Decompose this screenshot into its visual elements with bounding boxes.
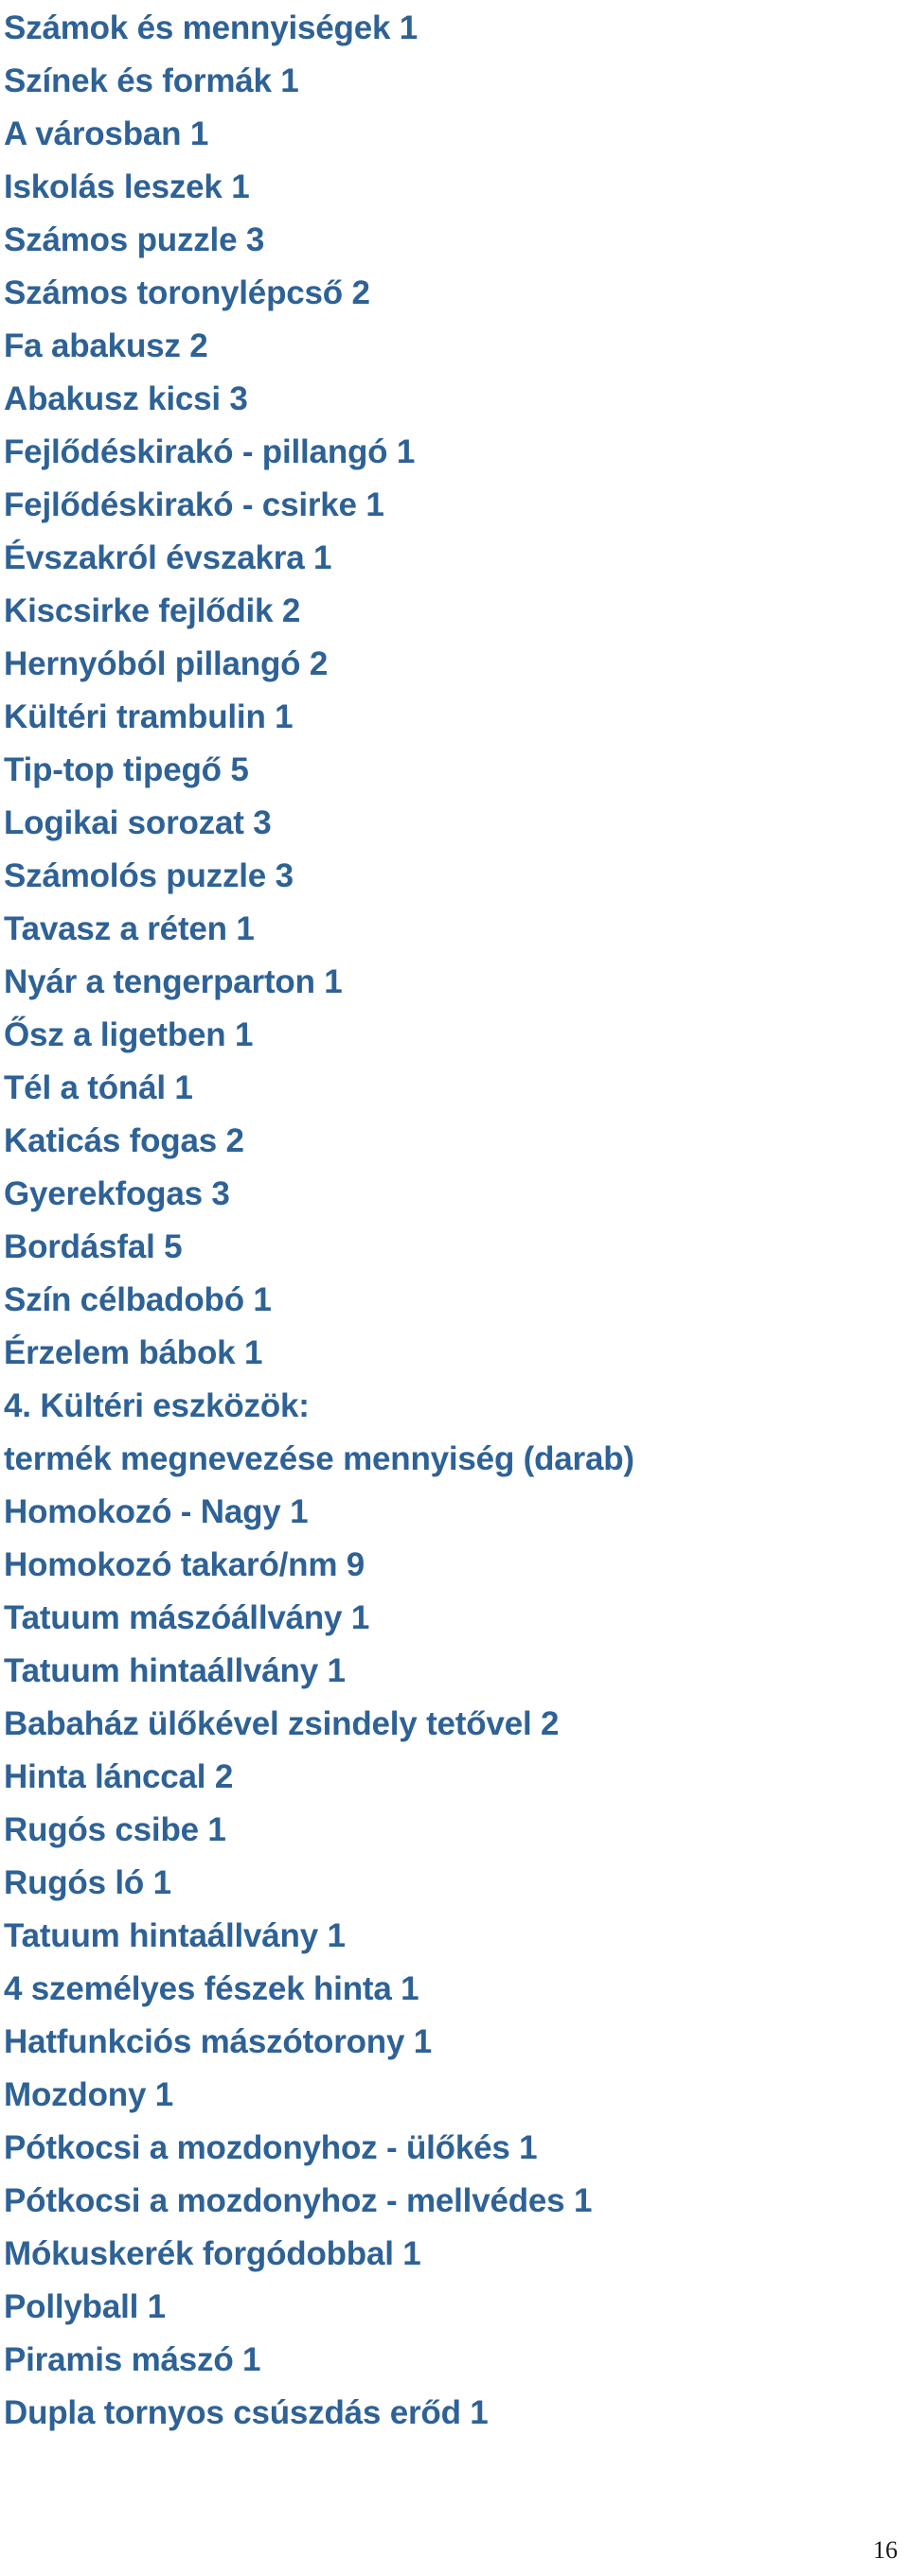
- list-item: Pótkocsi a mozdonyhoz - ülőkés 1: [4, 2129, 538, 2166]
- list-item: Pótkocsi a mozdonyhoz - mellvédes 1: [4, 2182, 593, 2219]
- list-item: Kültéri trambulin 1: [4, 698, 294, 735]
- list-item: Piramis mászó 1: [4, 2341, 261, 2378]
- list-item: Pollyball 1: [4, 2288, 166, 2325]
- list-item: 4 személyes fészek hinta 1: [4, 1970, 419, 2007]
- list-item: Tél a tónál 1: [4, 1069, 193, 1106]
- list-item: Számos puzzle 3: [4, 221, 265, 258]
- column-header-line: termék megnevezése mennyiség (darab): [4, 1440, 634, 1477]
- list-item: Tatuum mászóállvány 1: [4, 1599, 370, 1636]
- list-item: Hatfunkciós mászótorony 1: [4, 2023, 433, 2060]
- list-item: Hinta lánccal 2: [4, 1758, 234, 1795]
- list-item: Bordásfal 5: [4, 1228, 183, 1265]
- list-item: Fa abakusz 2: [4, 327, 208, 364]
- section-heading: 4. Kültéri eszközök:: [4, 1387, 310, 1424]
- list-item: Abakusz kicsi 3: [4, 380, 248, 417]
- list-item: Számolós puzzle 3: [4, 857, 294, 894]
- list-item: Tatuum hintaállvány 1: [4, 1917, 346, 1954]
- list-item: Hernyóból pillangó 2: [4, 645, 329, 682]
- list-item: Logikai sorozat 3: [4, 804, 272, 841]
- list-item: Szín célbadobó 1: [4, 1281, 272, 1318]
- equipment-list: Számok és mennyiségek 1 Színek és formák …: [4, 2, 903, 2440]
- list-item: Évszakról évszakra 1: [4, 539, 332, 576]
- list-item: Tip-top tipegő 5: [4, 751, 249, 788]
- list-item: Fejlődéskirakó - csirke 1: [4, 486, 384, 523]
- list-item: Ősz a ligetben 1: [4, 1016, 254, 1053]
- list-item: Homokozó takaró/nm 9: [4, 1546, 365, 1583]
- list-item: Színek és formák 1: [4, 62, 299, 99]
- list-item: Kiscsirke fejlődik 2: [4, 592, 301, 629]
- list-item: Fejlődéskirakó - pillangó 1: [4, 433, 416, 470]
- list-item: A városban 1: [4, 115, 209, 152]
- page-number: 16: [873, 2536, 898, 2564]
- list-item: Homokozó - Nagy 1: [4, 1493, 309, 1530]
- list-item: Mozdony 1: [4, 2076, 174, 2113]
- list-item: Gyerekfogas 3: [4, 1175, 230, 1212]
- list-item: Számos toronylépcső 2: [4, 274, 370, 311]
- list-item: Katicás fogas 2: [4, 1122, 244, 1159]
- list-item: Babaház ülőkével zsindely tetővel 2: [4, 1705, 560, 1742]
- list-item: Számok és mennyiségek 1: [4, 9, 419, 46]
- list-item: Tatuum hintaállvány 1: [4, 1652, 346, 1689]
- list-item: Tavasz a réten 1: [4, 910, 255, 947]
- list-item: Nyár a tengerparton 1: [4, 963, 343, 1000]
- list-item: Érzelem bábok 1: [4, 1334, 263, 1371]
- list-item: Rugós csibe 1: [4, 1811, 226, 1848]
- list-item: Dupla tornyos csúszdás erőd 1: [4, 2394, 489, 2431]
- list-item: Iskolás leszek 1: [4, 168, 250, 205]
- list-item: Rugós ló 1: [4, 1864, 171, 1901]
- document-page: Számok és mennyiségek 1 Színek és formák …: [0, 0, 909, 2576]
- list-item: Mókuskerék forgódobbal 1: [4, 2235, 421, 2272]
